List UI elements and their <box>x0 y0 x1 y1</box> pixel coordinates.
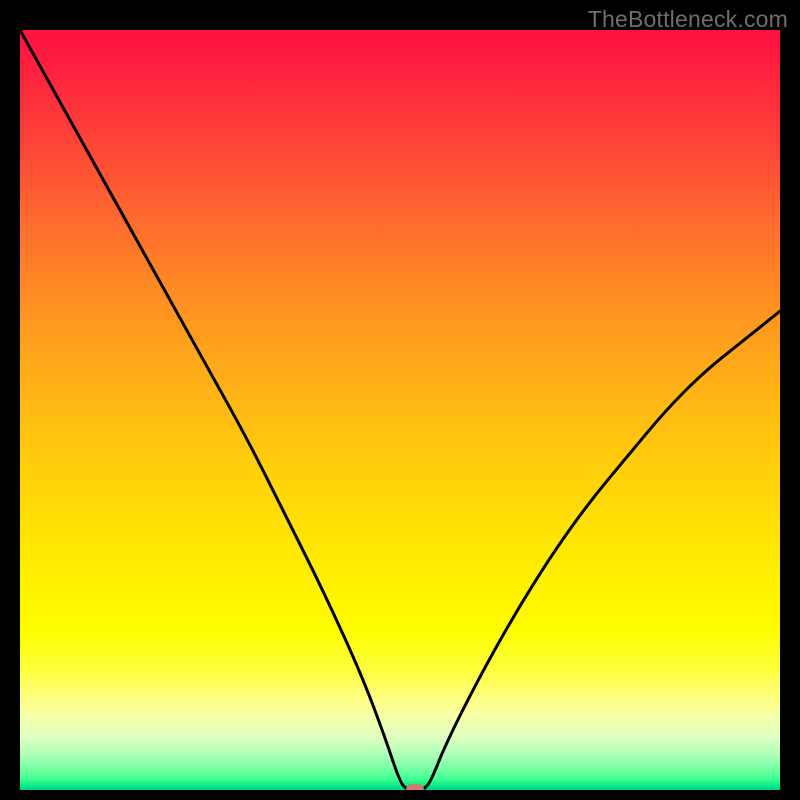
curve-svg <box>20 30 780 790</box>
min-marker <box>406 784 424 790</box>
curve-line <box>20 30 780 790</box>
chart-frame: TheBottleneck.com <box>0 0 800 800</box>
plot-area <box>20 30 780 790</box>
watermark-text: TheBottleneck.com <box>588 6 788 33</box>
